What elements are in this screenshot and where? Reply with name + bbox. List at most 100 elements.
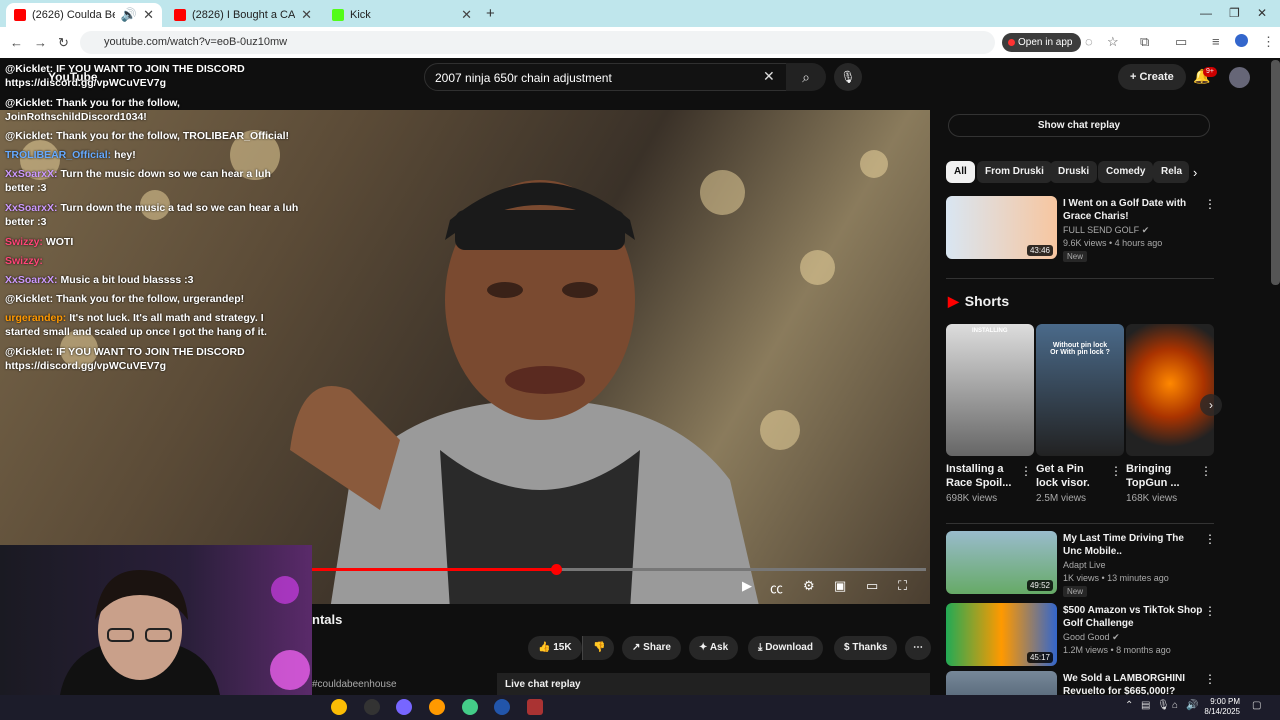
network-icon[interactable]: ⌂ [1172,700,1178,711]
short-title[interactable]: Bringing TopGun ... [1126,462,1196,490]
short-thumbnail[interactable]: INSTALLING [946,324,1034,456]
dislike-button[interactable]: 👎 [582,636,614,660]
chat-text: hey! [114,149,136,161]
settings-gear-icon[interactable]: ⚙ [803,578,815,594]
account-avatar[interactable] [1229,67,1250,88]
reading-list-icon[interactable]: ≡ [1212,34,1220,49]
channel-name[interactable]: Adapt Live [1063,560,1106,570]
chip-all[interactable]: All [946,161,975,183]
chrome-icon[interactable] [462,699,478,715]
video-title[interactable]: $500 Amazon vs TikTok Shop Golf Challeng… [1063,604,1205,630]
tab-cabin[interactable]: (2826) I Bought a CABIN for the ✕ [166,3,320,27]
create-button[interactable]: + Create [1118,64,1186,90]
app-icon[interactable] [364,699,380,715]
chrome-icon[interactable] [331,699,347,715]
more-options-icon[interactable]: ⋮ [1020,464,1032,478]
progress-scrubber[interactable] [551,564,562,575]
extensions-icon[interactable]: ⧉ [1140,34,1149,50]
app-icon[interactable] [527,699,543,715]
cast-icon[interactable]: ▭ [1175,34,1187,50]
speaker-icon[interactable]: 🔊 [121,7,137,23]
recommended-video[interactable]: 45:17 $500 Amazon vs TikTok Shop Golf Ch… [946,603,1216,667]
voice-search-icon[interactable]: 🎙 [834,63,862,91]
video-title[interactable]: We Sold a LAMBORGHINI Revuelto for $665,… [1063,672,1205,695]
star-icon[interactable]: ☆ [1107,34,1119,50]
chevron-right-icon[interactable]: › [1193,165,1197,180]
live-chat-replay-bar[interactable]: Live chat replay [497,673,930,695]
ask-label: Ask [709,642,729,653]
channel-name[interactable]: FULL SEND GOLF ✔ [1063,225,1149,236]
open-in-app-button[interactable]: Open in app [1002,33,1081,52]
chip-comedy[interactable]: Comedy [1098,161,1154,183]
share-button[interactable]: ↗ Share [622,636,681,660]
short-title[interactable]: Get a Pin lock visor. [1036,462,1106,490]
video-title[interactable]: I Went on a Golf Date with Grace Charis! [1063,197,1205,223]
microphone-icon[interactable]: 🎙 [1157,700,1170,711]
chip-related[interactable]: Rela [1153,161,1189,183]
app-icon[interactable] [429,699,445,715]
progress-remaining[interactable] [556,568,926,571]
short-title[interactable]: Installing a Race Spoil... [946,462,1016,490]
short-thumbnail[interactable] [1126,324,1214,456]
show-chat-replay-button[interactable]: Show chat replay [948,114,1210,137]
close-window-button[interactable]: ✕ [1257,6,1267,20]
steam-icon[interactable] [494,699,510,715]
thanks-button[interactable]: $ Thanks [834,636,898,660]
volume-icon[interactable]: 🔊 [1186,700,1198,711]
recommended-video[interactable]: 49:52 My Last Time Driving The Unc Mobil… [946,531,1216,597]
app-icon[interactable] [396,699,412,715]
hashtag[interactable]: #couldabeenhouse [312,679,397,690]
theater-mode-icon[interactable]: ▭ [866,578,878,594]
like-button[interactable]: 👍 15K [528,636,582,660]
notification-center-icon[interactable]: ▢ [1252,700,1261,711]
video-thumbnail[interactable]: 43:46 [946,196,1057,259]
close-tab-icon[interactable]: ✕ [461,7,472,23]
minimize-button[interactable]: — [1200,6,1212,20]
page-scrollbar[interactable] [1271,60,1280,285]
progress-played[interactable] [310,568,556,571]
system-clock[interactable]: 9:00 PM 8/14/2025 [1200,697,1240,717]
download-button[interactable]: ⤓ Download [748,636,823,660]
more-options-icon[interactable]: ⋮ [1204,672,1216,686]
close-tab-icon[interactable]: ✕ [143,7,154,23]
fullscreen-icon[interactable]: ⛶ [898,578,907,594]
channel-name[interactable]: Good Good ✔ [1063,632,1120,643]
recommended-video[interactable]: 43:46 I Went on a Golf Date with Grace C… [946,196,1216,262]
chip-druski[interactable]: Druski [1050,161,1098,183]
search-input[interactable]: 2007 ninja 650r chain adjustment [424,63,816,91]
tab-kick[interactable]: Kick ✕ [324,3,480,27]
more-options-icon[interactable]: ⋮ [1204,604,1216,618]
url-field[interactable]: youtube.com/watch?v=eoB-0uz10mw [80,31,995,54]
shorts-next-chevron-icon[interactable]: › [1200,394,1222,416]
more-options-icon[interactable]: ⋮ [1204,197,1216,211]
tray-chevron-icon[interactable]: ⌃ [1125,700,1133,711]
close-tab-icon[interactable]: ✕ [301,7,312,23]
ask-button[interactable]: ✦ Ask [689,636,739,660]
recommended-video[interactable]: We Sold a LAMBORGHINI Revuelto for $665,… [946,671,1216,695]
miniplayer-play-icon[interactable]: ▶ [742,578,752,594]
captions-icon[interactable]: ㏄ [770,578,783,597]
back-icon[interactable]: ← [10,35,23,50]
more-options-icon[interactable]: ⋮ [1204,532,1216,546]
video-thumbnail[interactable]: 49:52 [946,531,1057,594]
forward-icon[interactable]: → [34,35,47,50]
more-options-icon[interactable]: ⋮ [1110,464,1122,478]
more-actions-button[interactable]: ⋯ [905,636,931,660]
miniplayer-icon[interactable]: ▣ [834,578,846,594]
more-options-icon[interactable]: ⋮ [1200,464,1212,478]
tray-icon[interactable]: ▤ [1141,700,1150,711]
new-tab-button[interactable]: + [486,5,495,22]
chip-from-druski[interactable]: From Druski [977,161,1052,183]
restore-button[interactable]: ❐ [1229,6,1240,20]
clear-search-icon[interactable]: ✕ [763,68,775,85]
menu-dots-icon[interactable]: ⋮ [1262,34,1275,50]
short-thumbnail[interactable]: Without pin lock Or With pin lock ? [1036,324,1124,456]
search-button[interactable]: ⌕ [786,63,826,91]
profile-icon[interactable] [1235,34,1248,47]
tab-coulda-been-house[interactable]: (2626) Coulda Been House 🔊 ✕ [6,3,162,27]
video-title[interactable]: My Last Time Driving The Unc Mobile.. [1063,532,1205,558]
eye-off-icon[interactable]: ◌ [1085,34,1093,49]
video-thumbnail[interactable] [946,671,1057,695]
video-thumbnail[interactable]: 45:17 [946,603,1057,666]
reload-icon[interactable]: ↻ [58,35,69,51]
